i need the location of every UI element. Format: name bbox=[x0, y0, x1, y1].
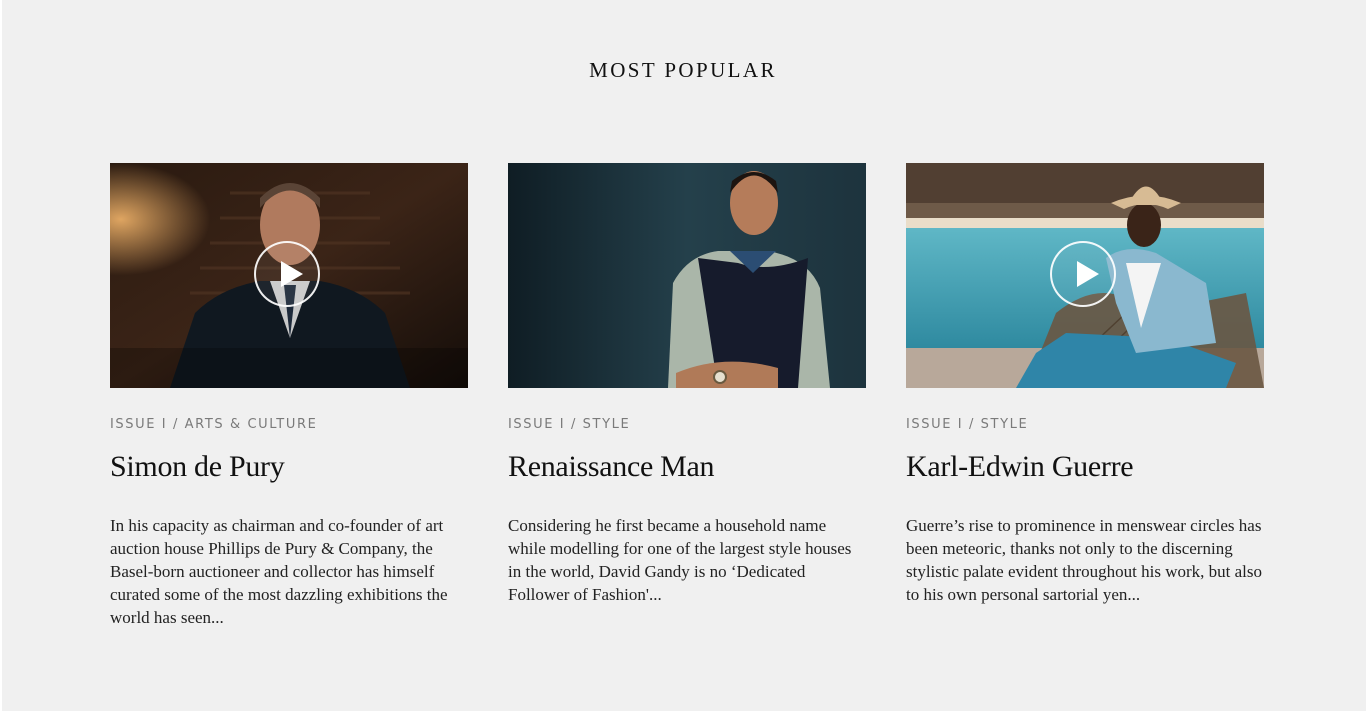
page-edge bbox=[0, 0, 2, 711]
play-icon[interactable] bbox=[254, 241, 320, 307]
article-category[interactable]: ISSUE I / ARTS & CULTURE bbox=[110, 417, 468, 432]
play-icon[interactable] bbox=[1050, 241, 1116, 307]
article-title[interactable]: Karl-Edwin Guerre bbox=[906, 450, 1264, 484]
article-thumbnail[interactable] bbox=[110, 163, 468, 388]
article-title[interactable]: Renaissance Man bbox=[508, 450, 866, 484]
article-card: ISSUE I / STYLE Karl-Edwin Guerre Guerre… bbox=[906, 163, 1264, 606]
article-thumbnail[interactable] bbox=[508, 163, 866, 388]
article-excerpt: Guerre’s rise to prominence in menswear … bbox=[906, 516, 1263, 604]
article-excerpt: Considering he first became a household … bbox=[508, 516, 852, 604]
article-category[interactable]: ISSUE I / STYLE bbox=[508, 417, 866, 432]
article-category[interactable]: ISSUE I / STYLE bbox=[906, 417, 1264, 432]
article-card: ISSUE I / STYLE Renaissance Man Consider… bbox=[508, 163, 866, 606]
article-thumbnail[interactable] bbox=[906, 163, 1264, 388]
article-title[interactable]: Simon de Pury bbox=[110, 450, 468, 484]
article-card: ISSUE I / ARTS & CULTURE Simon de Pury I… bbox=[110, 163, 468, 629]
article-excerpt: In his capacity as chairman and co-found… bbox=[110, 516, 448, 627]
portrait-image bbox=[508, 163, 866, 388]
section-title: MOST POPULAR bbox=[589, 58, 777, 82]
